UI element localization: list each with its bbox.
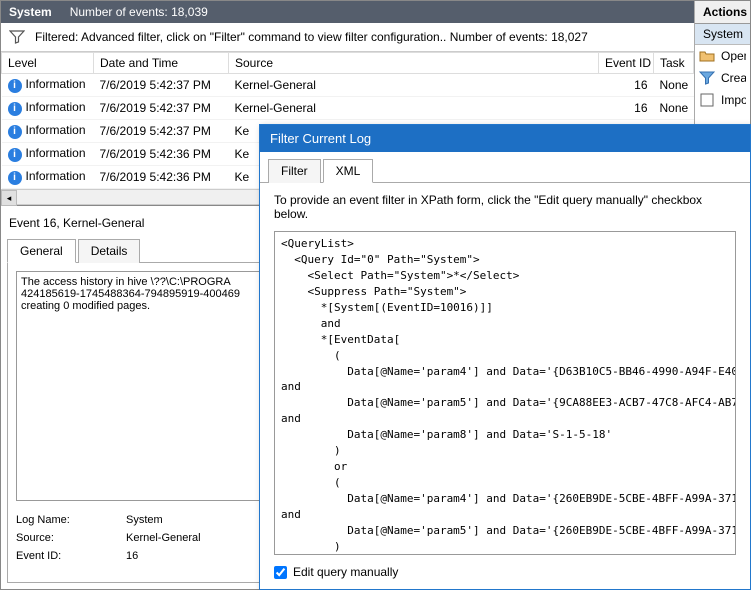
level-text: Information — [26, 77, 86, 91]
cell-datetime: 7/6/2019 5:42:37 PM — [94, 74, 229, 97]
cell-source: Kernel-General — [229, 74, 599, 97]
col-header-level[interactable]: Level — [2, 53, 94, 74]
level-text: Information — [26, 123, 86, 137]
edit-query-manually-row[interactable]: Edit query manually — [274, 555, 736, 579]
cell-datetime: 7/6/2019 5:42:37 PM — [94, 120, 229, 143]
cell-datetime: 7/6/2019 5:42:36 PM — [94, 166, 229, 189]
dialog-instruction: To provide an event filter in XPath form… — [274, 193, 736, 221]
info-icon: i — [8, 79, 22, 93]
dialog-tab-xml[interactable]: XML — [323, 159, 374, 183]
cell-datetime: 7/6/2019 5:42:36 PM — [94, 143, 229, 166]
actions-section-system[interactable]: System — [695, 24, 750, 45]
funnel-icon — [9, 29, 25, 45]
info-icon: i — [8, 102, 22, 116]
import-icon — [699, 92, 715, 108]
filter-status-bar: Filtered: Advanced filter, click on "Fil… — [1, 23, 694, 52]
open-log-icon — [699, 48, 715, 64]
col-header-source[interactable]: Source — [229, 53, 599, 74]
scroll-left-arrow-icon[interactable]: ◂ — [1, 190, 17, 206]
col-header-task[interactable]: Task — [654, 53, 694, 74]
cell-eventid: 16 — [599, 97, 654, 120]
actions-header: Actions — [695, 1, 750, 24]
cell-task: None — [654, 97, 694, 120]
main-header: System Number of events: 18,039 — [1, 1, 694, 23]
action-item[interactable]: Creat — [695, 67, 750, 89]
prop-value: System — [126, 514, 163, 526]
filter-current-log-dialog: Filter Current Log Filter XML To provide… — [259, 124, 751, 590]
cell-eventid: 16 — [599, 74, 654, 97]
info-icon: i — [8, 148, 22, 162]
xml-query-textbox[interactable]: <QueryList> <Query Id="0" Path="System">… — [274, 231, 736, 555]
prop-label: Event ID: — [16, 550, 126, 562]
action-label: Open — [721, 49, 746, 63]
action-label: Creat — [721, 71, 746, 85]
col-header-datetime[interactable]: Date and Time — [94, 53, 229, 74]
prop-value: 16 — [126, 550, 138, 562]
cell-source: Kernel-General — [229, 97, 599, 120]
tab-general[interactable]: General — [7, 239, 76, 263]
action-item[interactable]: Impo — [695, 89, 750, 111]
tab-details[interactable]: Details — [78, 239, 141, 263]
table-row[interactable]: i Information 7/6/2019 5:42:37 PMKernel-Ge… — [2, 97, 694, 120]
cell-task: None — [654, 74, 694, 97]
dialog-tab-filter[interactable]: Filter — [268, 159, 321, 183]
cell-datetime: 7/6/2019 5:42:37 PM — [94, 97, 229, 120]
log-name-title: System — [9, 5, 52, 19]
table-row[interactable]: i Information 7/6/2019 5:42:37 PMKernel-Ge… — [2, 74, 694, 97]
event-count: Number of events: 18,039 — [70, 5, 208, 19]
prop-label: Log Name: — [16, 514, 126, 526]
action-label: Impo — [721, 93, 746, 107]
level-text: Information — [26, 169, 86, 183]
level-text: Information — [26, 146, 86, 160]
edit-query-manually-label: Edit query manually — [293, 565, 398, 579]
prop-label: Source: — [16, 532, 126, 544]
info-icon: i — [8, 125, 22, 139]
filter-icon — [699, 70, 715, 86]
dialog-title[interactable]: Filter Current Log — [260, 125, 750, 152]
info-icon: i — [8, 171, 22, 185]
action-item[interactable]: Open — [695, 45, 750, 67]
level-text: Information — [26, 100, 86, 114]
filter-status-text: Filtered: Advanced filter, click on "Fil… — [35, 30, 588, 44]
col-header-eventid[interactable]: Event ID — [599, 53, 654, 74]
edit-query-manually-checkbox[interactable] — [274, 566, 287, 579]
prop-value: Kernel-General — [126, 532, 201, 544]
